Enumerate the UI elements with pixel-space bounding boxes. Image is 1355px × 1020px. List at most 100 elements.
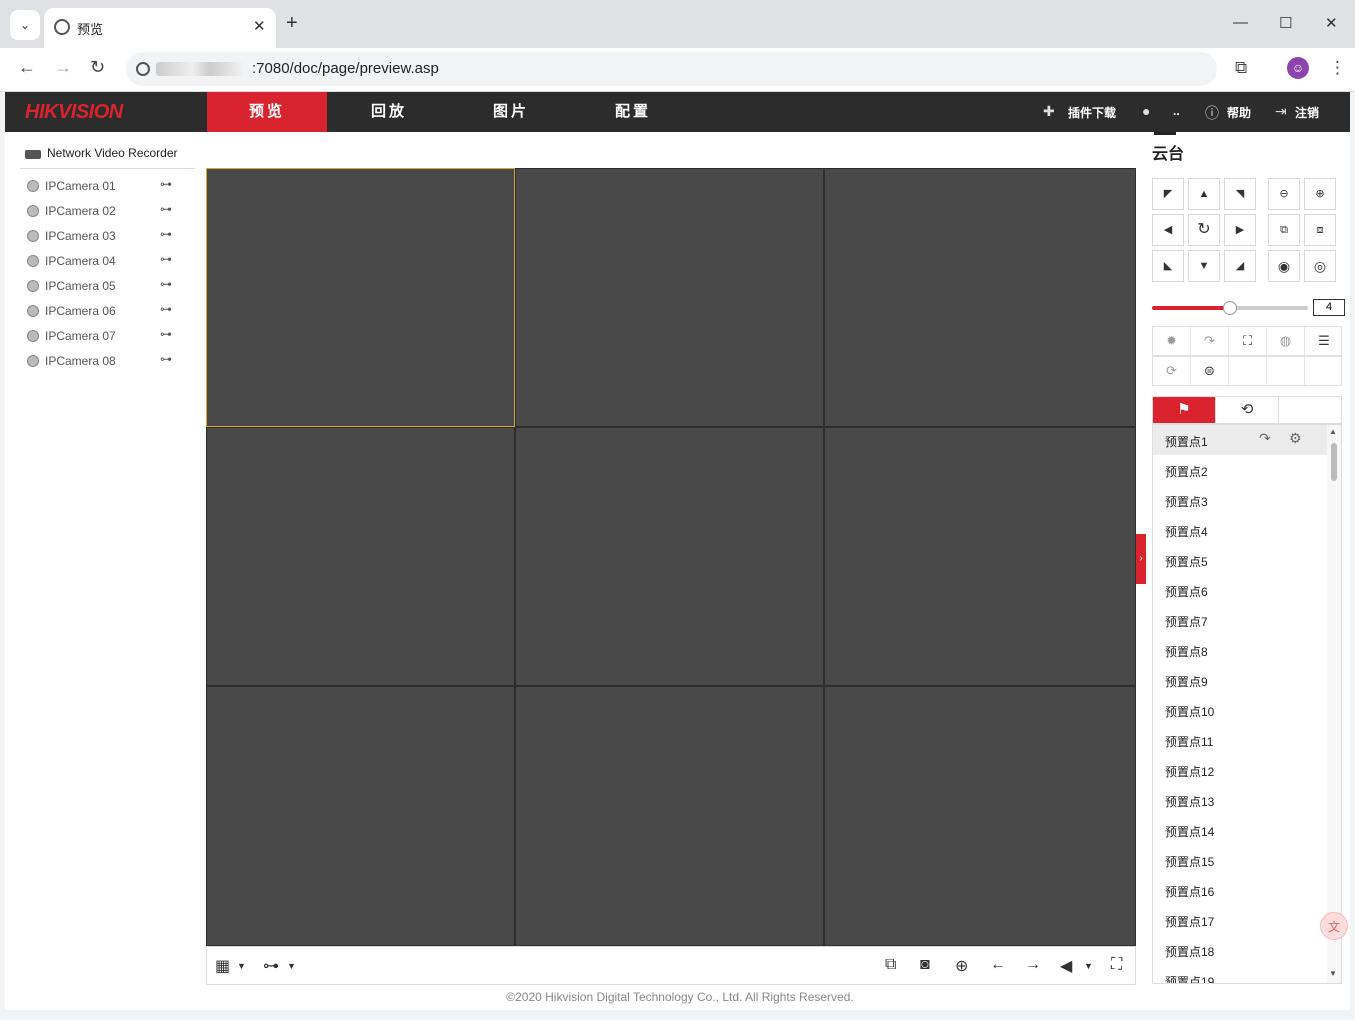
scroll-down-icon[interactable]: ▼: [1329, 969, 1337, 978]
ptz-up-right-button[interactable]: ◥: [1224, 178, 1256, 210]
preset-scrollbar[interactable]: ▲ ▼: [1327, 425, 1341, 983]
zoom-in-button[interactable]: ⊕: [1304, 178, 1336, 210]
video-window[interactable]: [206, 427, 515, 686]
preset-row[interactable]: 预置点9: [1153, 665, 1327, 695]
camera-item[interactable]: IPCamera 06 ⊶: [27, 302, 187, 322]
camera-item[interactable]: IPCamera 08 ⊶: [27, 352, 187, 372]
preset-row[interactable]: 预置点18: [1153, 935, 1327, 965]
video-window[interactable]: [515, 168, 824, 427]
stream-type-icon[interactable]: ⊶: [160, 227, 172, 241]
preset-row[interactable]: 预置点7: [1153, 605, 1327, 635]
preset-row[interactable]: 预置点1 ↷ ⚙: [1153, 425, 1327, 455]
pattern-tab[interactable]: [1279, 397, 1342, 423]
extensions-icon[interactable]: ⧉: [1235, 58, 1247, 78]
stream-type-icon[interactable]: ⊶: [160, 177, 172, 191]
plugin-download-link[interactable]: 插件下载: [1068, 104, 1116, 121]
auto-focus-icon[interactable]: ⛶: [1229, 327, 1267, 355]
preset-row[interactable]: 预置点11: [1153, 725, 1327, 755]
lens-init-icon[interactable]: ◍: [1267, 327, 1305, 355]
ptz-down-left-button[interactable]: ◣: [1152, 250, 1184, 282]
tab-playback[interactable]: 回放: [329, 92, 449, 132]
camera-item[interactable]: IPCamera 05 ⊶: [27, 277, 187, 297]
ptz-right-button[interactable]: ▶: [1224, 214, 1256, 246]
preset-row[interactable]: 预置点14: [1153, 815, 1327, 845]
fullscreen-icon[interactable]: ⛶: [1111, 956, 1122, 974]
ptz-up-button[interactable]: ▲: [1188, 178, 1220, 210]
device-name[interactable]: Network Video Recorder: [47, 146, 178, 160]
light-icon[interactable]: ✹: [1153, 327, 1191, 355]
set-preset-gear-icon[interactable]: ⚙: [1289, 430, 1302, 447]
stream-type-icon[interactable]: ⊶: [160, 352, 172, 366]
browser-menu-icon[interactable]: ⋮: [1329, 58, 1346, 78]
preset-row[interactable]: 预置点5: [1153, 545, 1327, 575]
menu-icon[interactable]: ☰: [1305, 327, 1343, 355]
layout-dropdown-icon[interactable]: ▼: [237, 961, 246, 971]
video-window[interactable]: [824, 686, 1136, 946]
tab-search-button[interactable]: ⌄: [10, 10, 40, 40]
speed-slider[interactable]: [1152, 301, 1308, 315]
ptz-down-right-button[interactable]: ◢: [1224, 250, 1256, 282]
audio-dropdown-icon[interactable]: ▼: [1084, 961, 1093, 971]
preset-row[interactable]: 预置点17: [1153, 905, 1327, 935]
video-window[interactable]: [824, 168, 1136, 427]
stream-select-icon[interactable]: ⊶: [263, 956, 279, 976]
forward-icon[interactable]: →: [54, 57, 72, 78]
preset-row[interactable]: 预置点6: [1153, 575, 1327, 605]
preset-tab-flag-icon[interactable]: ⚑: [1153, 397, 1216, 423]
iris-open-button[interactable]: ◉: [1268, 250, 1300, 282]
window-close-button[interactable]: ✕: [1325, 14, 1338, 32]
preset-row[interactable]: 预置点19: [1153, 965, 1327, 983]
video-window[interactable]: [515, 427, 824, 686]
back-icon[interactable]: ←: [18, 57, 36, 78]
browser-tab[interactable]: 预览 ✕: [44, 8, 276, 48]
stream-type-icon[interactable]: ⊶: [160, 277, 172, 291]
video-window[interactable]: [824, 427, 1136, 686]
camera-item[interactable]: IPCamera 03 ⊶: [27, 227, 187, 247]
patrol-tab-refresh-icon[interactable]: ⟲: [1216, 397, 1279, 423]
help-link[interactable]: 帮助: [1227, 104, 1251, 121]
camera-item[interactable]: IPCamera 07 ⊶: [27, 327, 187, 347]
tab-preview[interactable]: 预览: [207, 92, 327, 132]
capture-icon[interactable]: ◙: [920, 956, 930, 974]
preset-row[interactable]: 预置点13: [1153, 785, 1327, 815]
minimize-button[interactable]: —: [1233, 14, 1248, 31]
address-bar[interactable]: :7080/doc/page/preview.asp: [126, 52, 1217, 86]
stream-type-icon[interactable]: ⊶: [160, 302, 172, 316]
ptz-up-left-button[interactable]: ◤: [1152, 178, 1184, 210]
preset-row[interactable]: 预置点12: [1153, 755, 1327, 785]
logout-link[interactable]: 注销: [1295, 104, 1319, 121]
stop-all-icon[interactable]: ⧉: [885, 956, 896, 974]
tab-close-icon[interactable]: ✕: [253, 17, 266, 35]
preset-row[interactable]: 预置点3: [1153, 485, 1327, 515]
iris-close-button[interactable]: ◎: [1304, 250, 1336, 282]
camera-item[interactable]: IPCamera 02 ⊶: [27, 202, 187, 222]
video-window[interactable]: [206, 168, 515, 427]
preset-row[interactable]: 预置点16: [1153, 875, 1327, 905]
ptz-left-button[interactable]: ◀: [1152, 214, 1184, 246]
collapse-panel-button[interactable]: ›: [1136, 534, 1146, 584]
ptz-auto-button[interactable]: ↻: [1188, 214, 1220, 246]
new-tab-button[interactable]: +: [286, 12, 298, 35]
audio-icon[interactable]: ◀: [1060, 956, 1072, 976]
stream-type-icon[interactable]: ⊶: [160, 202, 172, 216]
username[interactable]: ..: [1173, 104, 1180, 118]
site-info-icon[interactable]: [136, 62, 150, 76]
preset-row[interactable]: 预置点2: [1153, 455, 1327, 485]
preset-row[interactable]: 预置点10: [1153, 695, 1327, 725]
focus-near-button[interactable]: ⧉: [1268, 214, 1300, 246]
preset-row[interactable]: 预置点15: [1153, 845, 1327, 875]
ptz-down-button[interactable]: ▼: [1188, 250, 1220, 282]
stream-dropdown-icon[interactable]: ▼: [287, 961, 296, 971]
speed-slider-thumb[interactable]: [1223, 301, 1237, 315]
translate-float-icon[interactable]: 文: [1320, 912, 1348, 940]
tab-configuration[interactable]: 配置: [573, 92, 693, 132]
next-page-icon[interactable]: →: [1025, 956, 1041, 974]
camera-item[interactable]: IPCamera 01 ⊶: [27, 177, 187, 197]
wiper-icon[interactable]: ↷: [1191, 327, 1229, 355]
video-window[interactable]: [515, 686, 824, 946]
stream-type-icon[interactable]: ⊶: [160, 327, 172, 341]
previous-page-icon[interactable]: ←: [990, 956, 1006, 974]
maximize-button[interactable]: ☐: [1279, 14, 1292, 32]
reload-icon[interactable]: ↻: [90, 57, 105, 78]
preset-row[interactable]: 预置点8: [1153, 635, 1327, 665]
